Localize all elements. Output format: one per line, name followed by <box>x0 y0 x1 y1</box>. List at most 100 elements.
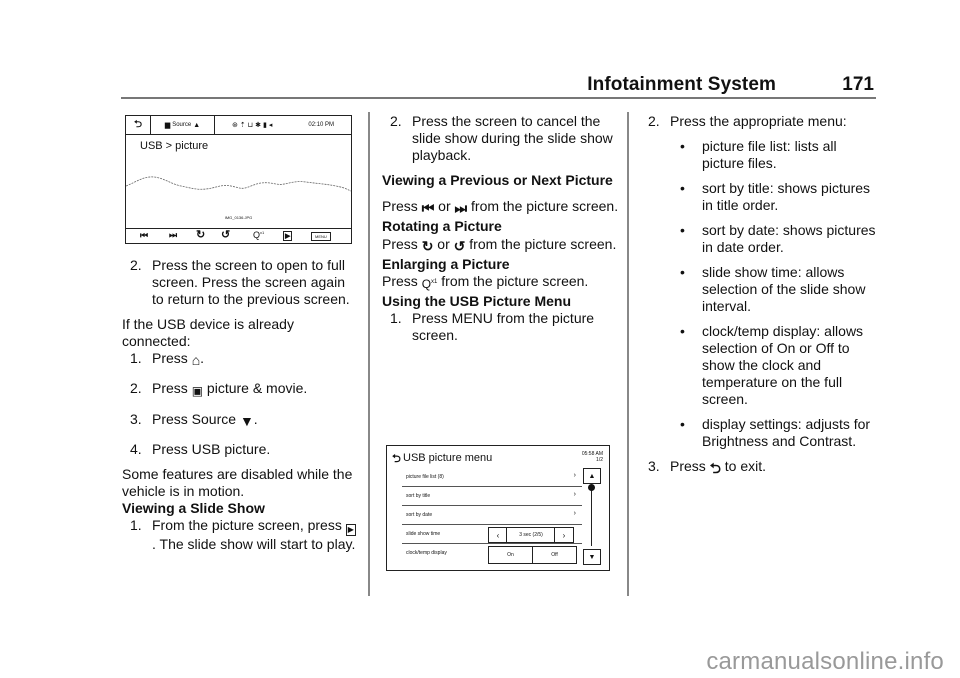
status-icons: ⊛⇡⊔✱▮◂ <box>231 122 275 129</box>
step-text: Press the screen to cancel the slide sho… <box>412 113 613 163</box>
step-text: Press Source <box>152 411 237 427</box>
watermark: carmanualsonline.info <box>706 648 944 675</box>
menu-button[interactable]: MENU <box>311 232 331 241</box>
zoom-icon: Q <box>253 230 261 240</box>
scroll-up-button[interactable]: ▲ <box>583 468 601 484</box>
screen-status-bar: ⮌ ▆ Source ▲ ⊛⇡⊔✱▮◂ 02:10 PM <box>126 116 351 135</box>
zoom-level: x1 <box>260 230 265 235</box>
step-3: 3. Press ⮌ to exit. <box>640 458 880 477</box>
header-rule <box>121 97 876 99</box>
text: Press <box>382 236 418 252</box>
back-button[interactable]: ⮌ <box>392 450 401 469</box>
row-label: clock/temp display <box>406 550 447 556</box>
prev-next-text: Press ⏮ or ⏭ from the picture screen. <box>382 197 622 218</box>
back-arrow-icon: ⮌ <box>709 460 721 476</box>
text: Press <box>382 198 418 214</box>
slideshow-icon: ▶ <box>285 233 291 240</box>
step-2: 2. Press the screen to open to full scre… <box>122 257 357 308</box>
rotate-right-button[interactable]: ↺ <box>221 228 230 241</box>
rotate-right-icon: ↺ <box>221 229 231 241</box>
chevron-right-icon: › <box>573 491 576 498</box>
step-number: 4. <box>130 441 142 457</box>
section-title: Infotainment System <box>587 74 776 95</box>
slideshow-button[interactable]: ▶ <box>283 231 293 241</box>
back-button[interactable]: ⮌ <box>126 116 151 134</box>
bullet-text: display settings: adjusts for Brightness… <box>702 416 871 449</box>
back-arrow-icon: ⮌ <box>392 453 401 465</box>
down-triangle-icon: ▼ <box>588 553 596 561</box>
down-triangle-icon: ▼ <box>239 413 254 429</box>
menu-step-1: 1. Press MENU from the picture screen. <box>382 310 622 344</box>
step-text: . The slide show will start to play. <box>152 536 356 552</box>
bullet-text: slide show time: allows selection of the… <box>702 264 866 314</box>
step-2: 2. Press the screen to cancel the slide … <box>382 113 622 164</box>
step-number: 2. <box>130 380 142 396</box>
zoom-icon: Qx1 <box>421 277 438 291</box>
bullet-icon: • <box>680 138 685 154</box>
scrollbar-thumb[interactable] <box>588 484 595 491</box>
step-1: 1. Press ⌂. <box>122 350 357 369</box>
clock-temp-on-button[interactable]: On <box>488 546 533 564</box>
usb-picture-menu-figure: ⮌ USB picture menu 05:58 AM 1/2 picture … <box>386 445 610 571</box>
bullet-icon: • <box>680 264 685 280</box>
bullet-item: • sort by title: shows pictures in title … <box>640 180 880 214</box>
chevron-right-icon: › <box>573 510 576 517</box>
source-button[interactable]: ▆ Source ▲ <box>151 116 215 134</box>
bullet-icon: • <box>680 323 685 339</box>
usb-picture-screen-figure: ⮌ ▆ Source ▲ ⊛⇡⊔✱▮◂ 02:10 PM USB > pictu… <box>125 115 352 244</box>
menu-row-sort-by-date[interactable]: sort by date › <box>402 506 582 525</box>
next-button[interactable]: ⏭ <box>169 230 177 241</box>
previous-icon: ⏮ <box>421 200 435 216</box>
disabled-note: Some features are disabled while the veh… <box>122 466 353 499</box>
column-1: 2. Press the screen to open to full scre… <box>122 257 357 561</box>
chevron-right-icon: › <box>562 530 566 540</box>
step-text: Press <box>152 350 188 366</box>
scroll-down-button[interactable]: ▼ <box>583 549 601 565</box>
column-3: 2. Press the appropriate menu: • picture … <box>640 113 880 485</box>
menu-row-picture-file-list[interactable]: picture file list (8) › <box>402 468 582 487</box>
picture-preview[interactable] <box>126 164 351 204</box>
text: from the picture screen. <box>437 273 589 289</box>
rotate-left-icon: ↻ <box>196 229 206 241</box>
text: or <box>434 198 455 214</box>
clock-temp-off-button[interactable]: Off <box>532 546 577 564</box>
bullet-item: • slide show time: allows selection of th… <box>640 264 880 315</box>
text: Press <box>382 273 418 289</box>
rotate-right-icon: ↺ <box>453 238 466 254</box>
step-number: 3. <box>130 411 142 427</box>
rotate-left-button[interactable]: ↻ <box>196 228 205 241</box>
bullet-text: picture file list: lists all picture fil… <box>702 138 837 171</box>
back-arrow-icon: ⮌ <box>133 118 142 130</box>
step-text: Press <box>670 458 706 474</box>
heading-slideshow: Viewing a Slide Show <box>122 500 265 516</box>
slideshow-step-1: 1. From the picture screen, press ▶. The… <box>122 517 357 553</box>
previous-icon: ⏮ <box>140 230 149 240</box>
slide-time-value: 3 sec (2/5) <box>506 527 556 543</box>
bullet-item: • clock/temp display: allows selection of… <box>640 323 880 408</box>
scrollbar-track[interactable] <box>591 486 592 546</box>
slide-time-decrease-button[interactable]: ‹ <box>488 527 508 543</box>
step-number: 1. <box>390 310 402 326</box>
step-number: 2. <box>648 113 660 129</box>
page-indicator: 1/2 <box>596 457 603 463</box>
source-label: Source <box>172 122 192 128</box>
menu-row-sort-by-title[interactable]: sort by title › <box>402 487 582 506</box>
step-4: 4. Press USB picture. <box>122 441 357 458</box>
connected-intro: If the USB device is already connected: <box>122 316 294 349</box>
bullet-item: • sort by date: shows pictures in date or… <box>640 222 880 256</box>
slideshow-icon: ▶ <box>345 524 356 536</box>
heading-rotate: Rotating a Picture <box>382 218 502 234</box>
step-text: Press the screen to open to full screen.… <box>152 257 350 307</box>
up-triangle-icon: ▲ <box>193 121 201 129</box>
menu-clock: 05:58 AM 1/2 <box>582 451 603 463</box>
bullet-text: clock/temp display: allows selection of … <box>702 323 864 407</box>
status-area: ⊛⇡⊔✱▮◂ 02:10 PM <box>215 116 351 134</box>
bullet-text: sort by title: shows pictures in title o… <box>702 180 871 213</box>
step-text: . <box>253 411 258 427</box>
previous-button[interactable]: ⏮ <box>140 230 148 241</box>
screen-title: USB > picture <box>140 140 209 152</box>
zoom-button[interactable]: Qx1 <box>253 230 264 240</box>
column-divider <box>368 112 370 596</box>
slide-time-increase-button[interactable]: › <box>554 527 574 543</box>
picture-controls: ⏮ ⏭ ↻ ↺ Qx1 ▶ MENU <box>126 228 351 243</box>
